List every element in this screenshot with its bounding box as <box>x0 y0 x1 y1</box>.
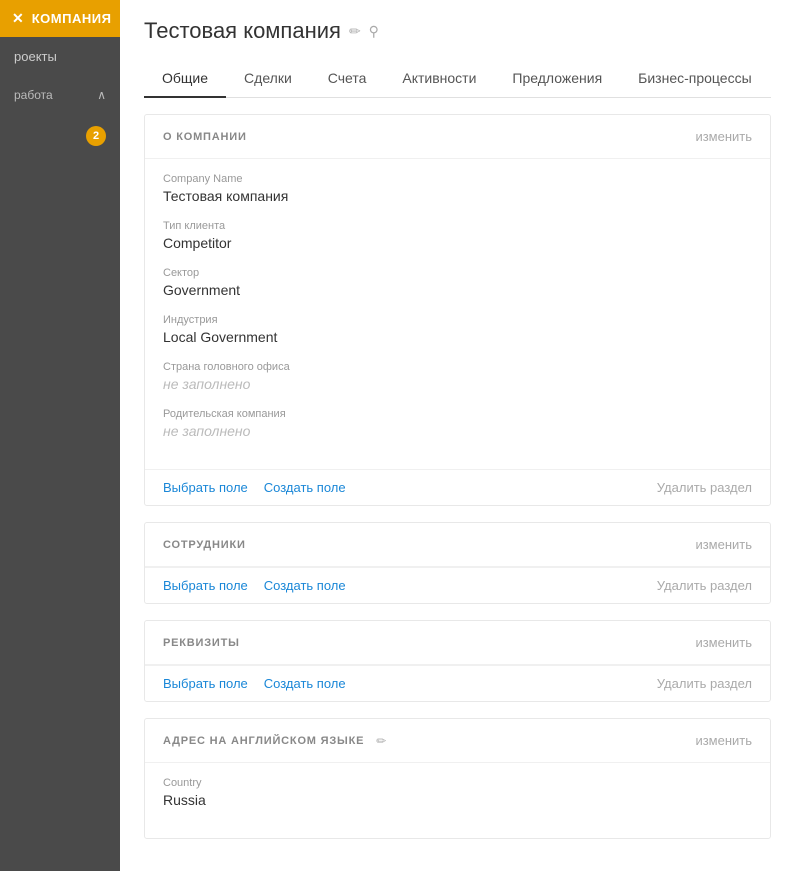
delete-section-employees[interactable]: Удалить раздел <box>657 578 752 593</box>
section-employees-header: СОТРУДНИКИ изменить <box>145 523 770 567</box>
field-company-name-label: Company Name <box>163 173 752 185</box>
delete-section-about[interactable]: Удалить раздел <box>657 480 752 495</box>
sidebar-item-work-label: работа <box>14 88 53 102</box>
section-requisites-title: РЕКВИЗИТЫ <box>163 637 240 649</box>
section-address-en-edit[interactable]: изменить <box>695 733 752 748</box>
sidebar-header-label: КОМПАНИЯ <box>32 11 112 26</box>
section-employees-footer-left: Выбрать поле Создать поле <box>163 578 346 593</box>
field-industry: Индустрия Local Government <box>163 314 752 345</box>
section-requisites-footer: Выбрать поле Создать поле Удалить раздел <box>145 665 770 701</box>
field-parent-company-label: Родительская компания <box>163 408 752 420</box>
section-about-edit[interactable]: изменить <box>695 129 752 144</box>
select-field-link-requisites[interactable]: Выбрать поле <box>163 676 248 691</box>
tab-activities[interactable]: Активности <box>384 60 494 98</box>
field-client-type: Тип клиента Competitor <box>163 220 752 251</box>
create-field-link-about[interactable]: Создать поле <box>264 480 346 495</box>
section-about: О КОМПАНИИ изменить Company Name Тестова… <box>144 114 771 506</box>
field-company-name-value: Тестовая компания <box>163 188 752 204</box>
field-parent-company-value: не заполнено <box>163 423 752 439</box>
field-industry-value: Local Government <box>163 329 752 345</box>
page-title-row: Тестовая компания ✏ ⚲ <box>144 18 771 44</box>
tab-general[interactable]: Общие <box>144 60 226 98</box>
section-employees-title: СОТРУДНИКИ <box>163 539 246 551</box>
select-field-link-about[interactable]: Выбрать поле <box>163 480 248 495</box>
edit-title-icon[interactable]: ✏ <box>349 23 361 40</box>
field-sector-value: Government <box>163 282 752 298</box>
tab-business[interactable]: Бизнес-процессы <box>620 60 769 98</box>
main-content: Тестовая компания ✏ ⚲ Общие Сделки Счета… <box>120 0 795 871</box>
field-hq-country-label: Страна головного офиса <box>163 361 752 373</box>
field-country: Country Russia <box>163 777 752 808</box>
section-requisites: РЕКВИЗИТЫ изменить Выбрать поле Создать … <box>144 620 771 702</box>
field-client-type-value: Competitor <box>163 235 752 251</box>
section-about-header: О КОМПАНИИ изменить <box>145 115 770 159</box>
section-employees-edit[interactable]: изменить <box>695 537 752 552</box>
page-title: Тестовая компания <box>144 18 341 44</box>
notification-badge: 2 <box>86 126 106 146</box>
link-title-icon[interactable]: ⚲ <box>369 23 379 40</box>
create-field-link-requisites[interactable]: Создать поле <box>264 676 346 691</box>
sidebar: ✕ КОМПАНИЯ роекты работа ∧ 2 <box>0 0 120 871</box>
sidebar-item-projects[interactable]: роекты <box>0 37 120 76</box>
section-address-en-body: Country Russia <box>145 763 770 838</box>
tab-deals[interactable]: Сделки <box>226 60 310 98</box>
field-sector: Сектор Government <box>163 267 752 298</box>
section-address-en-title: АДРЕС НА АНГЛИЙСКОМ ЯЗЫКЕ <box>163 735 364 747</box>
section-about-footer-left: Выбрать поле Создать поле <box>163 480 346 495</box>
field-sector-label: Сектор <box>163 267 752 279</box>
sidebar-item-notifications[interactable]: 2 <box>0 114 120 158</box>
sidebar-header[interactable]: ✕ КОМПАНИЯ <box>0 0 120 37</box>
field-parent-company: Родительская компания не заполнено <box>163 408 752 439</box>
field-client-type-label: Тип клиента <box>163 220 752 232</box>
page-header: Тестовая компания ✏ ⚲ Общие Сделки Счета… <box>120 0 795 98</box>
tab-proposals[interactable]: Предложения <box>494 60 620 98</box>
tab-invoices[interactable]: Счета <box>310 60 385 98</box>
field-hq-country-value: не заполнено <box>163 376 752 392</box>
field-country-value: Russia <box>163 792 752 808</box>
section-requisites-footer-left: Выбрать поле Создать поле <box>163 676 346 691</box>
section-employees: СОТРУДНИКИ изменить Выбрать поле Создать… <box>144 522 771 604</box>
sidebar-item-projects-label: роекты <box>14 49 57 64</box>
field-hq-country: Страна головного офиса не заполнено <box>163 361 752 392</box>
section-requisites-header: РЕКВИЗИТЫ изменить <box>145 621 770 665</box>
section-address-en-header: АДРЕС НА АНГЛИЙСКОМ ЯЗЫКЕ ✏ изменить <box>145 719 770 763</box>
field-industry-label: Индустрия <box>163 314 752 326</box>
content-area: О КОМПАНИИ изменить Company Name Тестова… <box>120 114 795 863</box>
section-about-body: Company Name Тестовая компания Тип клиен… <box>145 159 770 469</box>
section-employees-footer: Выбрать поле Создать поле Удалить раздел <box>145 567 770 603</box>
section-address-en: АДРЕС НА АНГЛИЙСКОМ ЯЗЫКЕ ✏ изменить Cou… <box>144 718 771 839</box>
delete-section-requisites[interactable]: Удалить раздел <box>657 676 752 691</box>
section-about-title: О КОМПАНИИ <box>163 131 247 143</box>
tabs-bar: Общие Сделки Счета Активности Предложени… <box>144 60 771 98</box>
section-address-en-title-row: АДРЕС НА АНГЛИЙСКОМ ЯЗЫКЕ ✏ <box>163 734 386 748</box>
close-icon[interactable]: ✕ <box>12 10 24 27</box>
edit-section-address-icon[interactable]: ✏ <box>376 734 386 748</box>
section-about-footer: Выбрать поле Создать поле Удалить раздел <box>145 469 770 505</box>
chevron-up-icon: ∧ <box>97 88 106 102</box>
field-country-label: Country <box>163 777 752 789</box>
create-field-link-employees[interactable]: Создать поле <box>264 578 346 593</box>
field-company-name: Company Name Тестовая компания <box>163 173 752 204</box>
select-field-link-employees[interactable]: Выбрать поле <box>163 578 248 593</box>
section-requisites-edit[interactable]: изменить <box>695 635 752 650</box>
sidebar-item-work[interactable]: работа ∧ <box>0 76 120 114</box>
